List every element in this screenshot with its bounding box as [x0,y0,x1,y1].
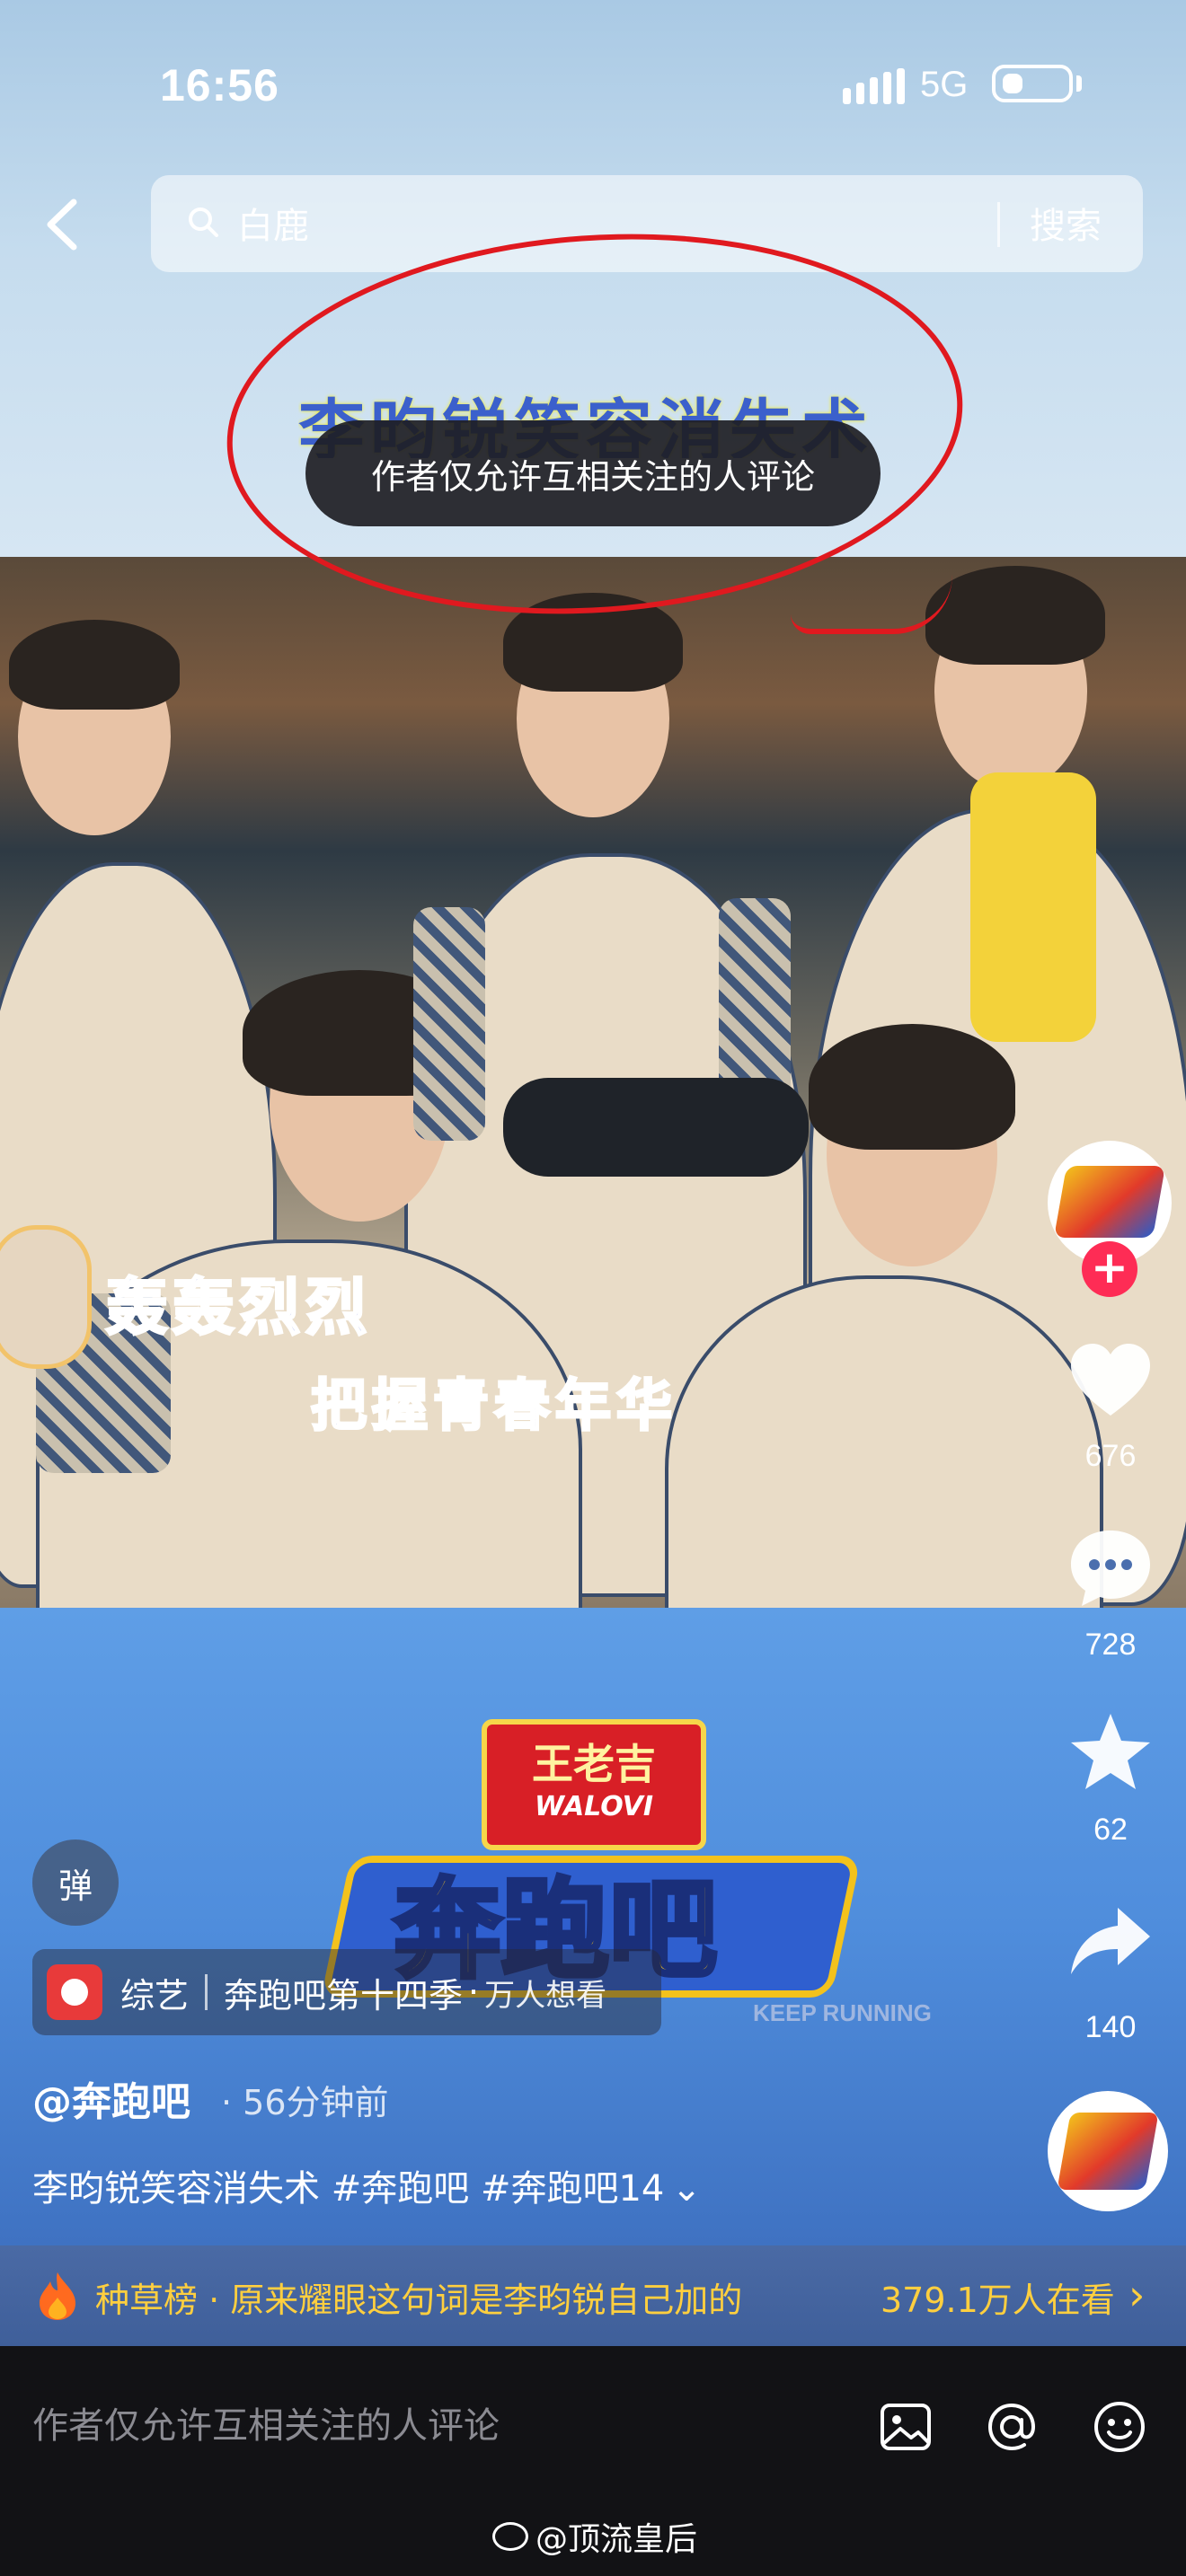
weibo-icon [492,2522,528,2551]
tag-dot: · [468,1972,480,2012]
back-icon[interactable] [36,193,90,256]
author-handle[interactable]: @奔跑吧 [32,2069,190,2127]
status-time: 16:56 [160,60,279,110]
trending-bar[interactable]: 种草榜 · 原来耀眼这句词是李昀锐自己加的 379.1万人在看 › [0,2245,1186,2346]
keep-running-text: KEEP RUNNING [753,1999,932,2026]
flame-icon [36,2271,79,2321]
sponsor-logo-cn: 王老吉 [532,1740,656,1788]
video-description[interactable]: 李昀锐笑容消失术 #奔跑吧 #奔跑吧14 ⌄ [32,2159,702,2211]
watermark: @顶流皇后 [492,2513,697,2560]
video-feed-screen: 16:56 5G 白鹿 搜索 李昀锐笑容消失术 作者仅允许互相关注的人评论 轰轰… [0,0,1186,2576]
video-frame[interactable] [0,557,1186,1696]
battery-cap [1076,75,1082,92]
tag-category: 综艺 [120,1975,190,2016]
follow-plus-button[interactable]: + [1082,1241,1137,1297]
watermark-text: @顶流皇后 [535,2521,698,2558]
favorite-count: 62 [1093,1813,1128,1847]
chevron-down-icon[interactable]: ⌄ [671,2168,702,2210]
comment-input[interactable]: 作者仅允许互相关注的人评论 [32,2396,500,2448]
comment-icon[interactable] [1066,1523,1155,1613]
music-disc[interactable] [1048,2091,1168,2211]
share-count: 140 [1084,2010,1137,2044]
sponsor-logo-en: WALOVI [534,1791,654,1822]
trending-count: 379.1万人在看 [881,2280,1115,2320]
tag-viewers: 万人想看 [484,1977,607,2014]
search-query[interactable]: 白鹿 [237,197,309,249]
search-icon [187,206,219,238]
like-count: 676 [1084,1439,1137,1473]
emoji-icon[interactable] [1091,2398,1148,2456]
post-time: · 56分钟前 [221,2083,389,2122]
show-tag[interactable]: 综艺 奔跑吧第十四季 · 万人想看 [32,1949,661,2035]
search-divider [997,202,1000,247]
search-button[interactable]: 搜索 [1030,197,1102,249]
toast-message: 作者仅允许互相关注的人评论 [305,420,881,526]
subtitle-line-1: 轰轰烈烈 [104,1272,373,1345]
chevron-right-icon[interactable]: › [1128,2271,1145,2319]
floating-avatar[interactable] [0,1225,92,1369]
image-icon[interactable] [877,2398,934,2456]
heart-icon[interactable] [1066,1337,1155,1426]
battery-icon [992,65,1073,102]
mention-icon[interactable] [983,2398,1040,2456]
sponsor-logo: 王老吉 WALOVI [482,1719,706,1850]
share-icon[interactable] [1066,1897,1155,1987]
network-type: 5G [920,65,969,104]
subtitle-line-2: 把握青春年华 [309,1372,678,1440]
star-icon[interactable] [1066,1708,1155,1798]
signal-icon [843,68,905,104]
trending-label: 种草榜 · 原来耀眼这句词是李昀锐自己加的 [95,2280,743,2320]
danmaku-toggle[interactable]: 弹 [32,1839,119,1926]
description-text: 李昀锐笑容消失术 #奔跑吧 #奔跑吧14 [32,2168,665,2210]
tag-divider [205,1974,208,2010]
comment-count: 728 [1084,1628,1137,1662]
tag-show-name: 奔跑吧第十四季 [224,1975,464,2016]
variety-icon [47,1964,102,2020]
